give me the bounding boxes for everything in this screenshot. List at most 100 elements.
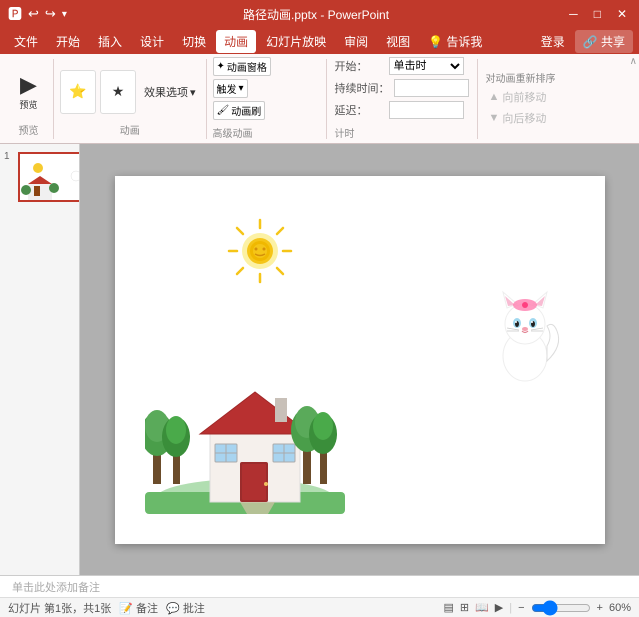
advanced-anim-row2: 触发 ▾ (213, 79, 320, 98)
zoom-level: 60% (609, 602, 631, 614)
ribbon: ▶ 预览 预览 ⭐ ★ 效果选项 ▾ 动画 (0, 54, 639, 144)
house-svg (145, 354, 345, 514)
notes-placeholder: 单击此处添加备注 (12, 579, 100, 595)
animation-style-button2[interactable]: ★ (100, 70, 136, 114)
slide-thumbnail[interactable] (18, 152, 80, 202)
quick-access-undo[interactable]: ↩ (28, 6, 39, 22)
view-slide-sorter[interactable]: ⊞ (460, 601, 469, 614)
sun-element[interactable] (225, 216, 295, 286)
status-notes[interactable]: 📝 备注 (119, 600, 158, 616)
status-right: ▤ ⊞ 📖 ▶ | − + 60% (443, 601, 631, 614)
reorder-group-label: 对动画重新排序 (486, 70, 556, 85)
timing-start-select[interactable]: 单击时 与上一动画同时 上一动画之后 (389, 57, 464, 75)
main-area: 1 (0, 144, 639, 575)
sun-svg (225, 216, 295, 286)
ribbon-group-advanced-animation: ✦ 动画窗格 触发 ▾ 🖌 动画刷 高级动画 (207, 59, 327, 139)
trigger-button[interactable]: 触发 ▾ (213, 79, 248, 98)
effect-options-button[interactable]: 效果选项 ▾ (140, 82, 200, 102)
timing-duration-input[interactable] (394, 79, 469, 97)
animation-group-label: 动画 (120, 122, 140, 137)
thumbnail-svg (20, 154, 80, 202)
zoom-in[interactable]: + (597, 602, 603, 614)
menu-bar: 文件 开始 插入 设计 切换 动画 幻灯片放映 审阅 视图 💡 告诉我 登录 🔗… (0, 28, 639, 54)
ribbon-group-preview: ▶ 预览 预览 (4, 59, 54, 139)
slide-number: 1 (4, 151, 10, 162)
timing-delay-input[interactable] (389, 101, 464, 119)
advanced-anim-group-label: 高级动画 (213, 125, 320, 140)
slide-thumbnail-wrapper: 1 (18, 152, 75, 202)
anim-style-icon: ⭐ (69, 84, 86, 99)
anim-style2-icon: ★ (112, 84, 125, 99)
window-title: 路径动画.pptx - PowerPoint (243, 6, 389, 23)
slide-canvas[interactable] (115, 176, 605, 544)
move-backward-icon: ▼ (489, 112, 500, 124)
title-bar-right: ─ □ ✕ (565, 7, 631, 21)
preview-button[interactable]: ▶ 预览 (15, 71, 41, 112)
menu-login[interactable]: 登录 (533, 30, 573, 53)
zoom-slider[interactable] (531, 602, 591, 614)
animation-style-button[interactable]: ⭐ (60, 70, 96, 114)
status-left: 幻灯片 第1张，共1张 📝 备注 💬 批注 (8, 600, 205, 616)
ribbon-inner: ▶ 预览 预览 ⭐ ★ 效果选项 ▾ 动画 (4, 59, 635, 139)
trigger-label: 触发 (217, 81, 237, 96)
house-scene-element[interactable] (145, 354, 345, 514)
effect-options-arrow: ▾ (190, 86, 196, 99)
brush-label: 动画刷 (231, 103, 261, 118)
zoom-out[interactable]: − (518, 602, 524, 614)
move-backward-button[interactable]: ▼ 向后移动 (486, 109, 556, 127)
zoom-separator: | (509, 602, 512, 614)
add-anim-icon: ✦ (217, 61, 225, 72)
status-comments[interactable]: 💬 批注 (166, 600, 205, 616)
ribbon-group-animation: ⭐ ★ 效果选项 ▾ 动画 (54, 59, 207, 139)
timing-delay-row: 延迟： (335, 101, 469, 119)
effect-options-label: 效果选项 (144, 84, 188, 100)
move-backward-label: 向后移动 (502, 110, 546, 126)
ppt-icon: 🅿 (8, 4, 22, 24)
quick-access-more[interactable]: ▾ (62, 9, 67, 20)
win-minimize[interactable]: ─ (565, 7, 582, 21)
view-slideshow[interactable]: ▶ (495, 601, 503, 614)
timing-delay-label: 延迟： (335, 102, 385, 118)
view-reading[interactable]: 📖 (475, 601, 489, 614)
menu-insert[interactable]: 插入 (90, 30, 130, 53)
preview-label: 预览 (19, 98, 37, 111)
cat-element[interactable] (485, 286, 565, 386)
menu-share[interactable]: 🔗 共享 (575, 30, 633, 53)
win-maximize[interactable]: □ (590, 7, 605, 21)
ribbon-group-timing: 开始： 单击时 与上一动画同时 上一动画之后 持续时间： 延迟： 计时 (327, 59, 478, 139)
timing-group-label: 计时 (335, 125, 469, 140)
ribbon-collapse-button[interactable]: ∧ (630, 56, 637, 67)
cat-svg (485, 286, 565, 386)
menu-home[interactable]: 开始 (48, 30, 88, 53)
menu-tell-me[interactable]: 💡 告诉我 (420, 30, 490, 53)
quick-access-redo[interactable]: ↪ (45, 6, 56, 22)
brush-icon: 🖌 (217, 105, 230, 116)
animation-buttons: ⭐ ★ 效果选项 ▾ (60, 63, 200, 122)
view-normal[interactable]: ▤ (443, 601, 453, 614)
advanced-anim-row3: 🖌 动画刷 (213, 101, 320, 120)
preview-icon: ▶ (20, 73, 37, 97)
move-forward-icon: ▲ (489, 91, 500, 103)
advanced-anim-row1: ✦ 动画窗格 (213, 57, 320, 76)
slide-panel: 1 (0, 144, 80, 575)
preview-group-label: 预览 (19, 122, 39, 137)
menu-animation[interactable]: 动画 (216, 30, 256, 53)
add-anim-label: 动画窗格 (227, 59, 267, 74)
notes-bar[interactable]: 单击此处添加备注 (0, 575, 639, 597)
menu-slideshow[interactable]: 幻灯片放映 (258, 30, 334, 53)
menu-review[interactable]: 审阅 (336, 30, 376, 53)
status-bar: 幻灯片 第1张，共1张 📝 备注 💬 批注 ▤ ⊞ 📖 ▶ | − + 60% (0, 597, 639, 617)
trigger-arrow: ▾ (239, 83, 244, 94)
menu-design[interactable]: 设计 (132, 30, 172, 53)
win-close[interactable]: ✕ (613, 7, 631, 21)
move-forward-button[interactable]: ▲ 向前移动 (486, 88, 556, 106)
add-animation-button[interactable]: ✦ 动画窗格 (213, 57, 271, 76)
menu-transition[interactable]: 切换 (174, 30, 214, 53)
animation-brush-button[interactable]: 🖌 动画刷 (213, 101, 266, 120)
preview-buttons: ▶ 预览 (15, 63, 41, 122)
menu-file[interactable]: 文件 (6, 30, 46, 53)
title-bar: 🅿 ↩ ↪ ▾ 路径动画.pptx - PowerPoint ─ □ ✕ (0, 0, 639, 28)
move-forward-label: 向前移动 (502, 89, 546, 105)
ribbon-group-reorder: 对动画重新排序 ▲ 向前移动 ▼ 向后移动 (478, 59, 564, 139)
menu-view[interactable]: 视图 (378, 30, 418, 53)
